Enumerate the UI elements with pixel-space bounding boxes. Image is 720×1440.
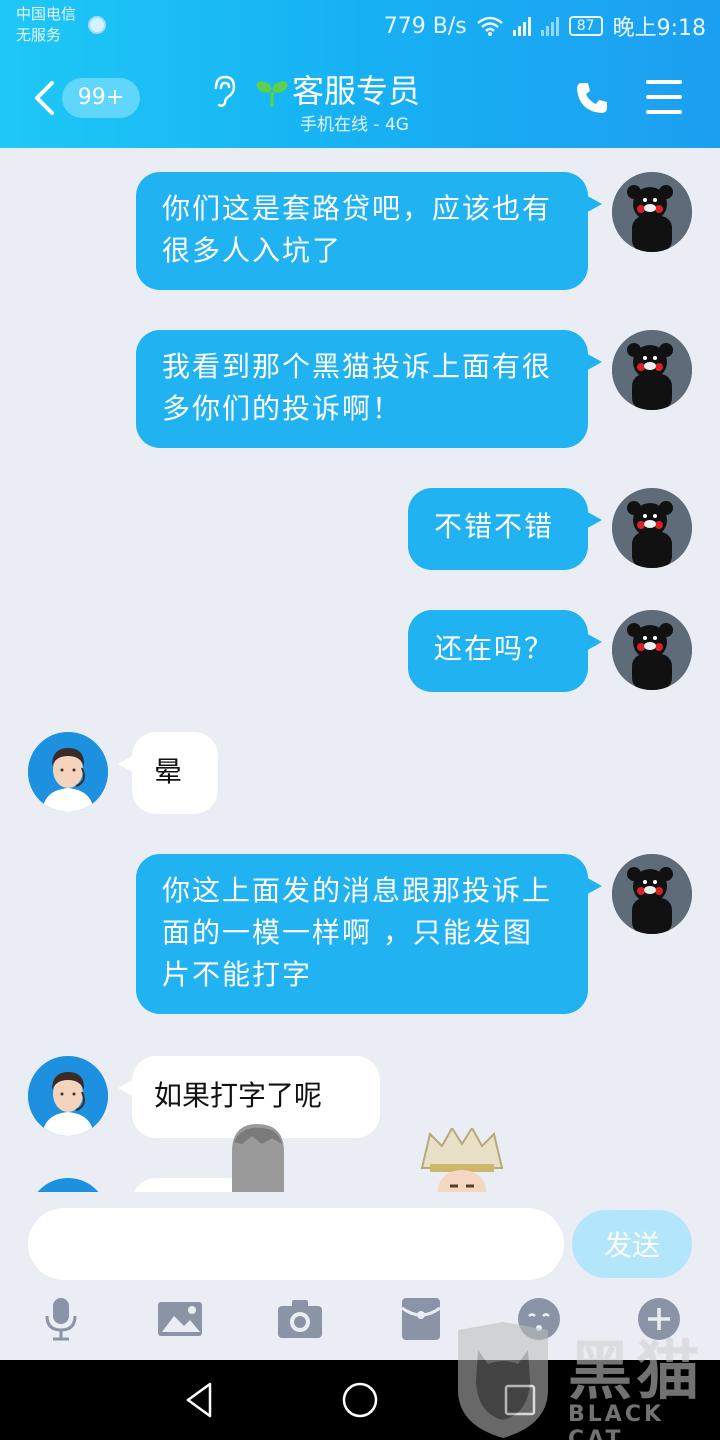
user-avatar[interactable] bbox=[612, 172, 692, 252]
phone-icon[interactable] bbox=[574, 80, 610, 116]
sprout-icon bbox=[256, 81, 288, 107]
status-right: 779 B/s 87 晚上9:18 bbox=[384, 10, 706, 42]
ear-icon bbox=[214, 75, 236, 107]
menu-icon[interactable] bbox=[646, 80, 682, 114]
message-bubble-in[interactable]: 晕 bbox=[118, 732, 218, 814]
sticker-monk-icon bbox=[420, 1128, 504, 1192]
bear-avatar-icon bbox=[612, 330, 692, 410]
header: 中国电信 无服务 779 B/s 87 晚上9:18 99+ 客服专员 手机在线… bbox=[0, 0, 720, 148]
battery-icon: 87 bbox=[568, 16, 603, 36]
bear-avatar-icon bbox=[612, 172, 692, 252]
agent-avatar[interactable] bbox=[28, 1178, 108, 1192]
agent-avatar-icon bbox=[28, 732, 108, 812]
message-bubble-out[interactable]: 我看到那个黑猫投诉上面有很多你们的投诉啊！ bbox=[136, 330, 602, 448]
net-speed: 779 B/s bbox=[383, 13, 467, 39]
input-bar: 发送 bbox=[0, 1192, 720, 1360]
user-avatar[interactable] bbox=[612, 488, 692, 568]
mic-icon[interactable] bbox=[36, 1296, 86, 1342]
emoji-icon[interactable] bbox=[514, 1296, 564, 1342]
agent-avatar[interactable] bbox=[28, 1056, 108, 1136]
nav-home-icon[interactable] bbox=[338, 1378, 382, 1422]
status-left: 中国电信 无服务 bbox=[16, 4, 106, 46]
back-icon[interactable] bbox=[32, 80, 56, 116]
plus-icon[interactable] bbox=[634, 1296, 684, 1342]
service-label: 无服务 bbox=[16, 26, 62, 44]
image-icon[interactable] bbox=[156, 1296, 206, 1342]
clock: 晚上9:18 bbox=[612, 16, 706, 41]
sticker-ghost-icon bbox=[232, 1124, 284, 1192]
send-button[interactable]: 发送 bbox=[572, 1210, 692, 1278]
message-bubble-out[interactable]: 你们这是套路贷吧，应该也有很多人入坑了 bbox=[136, 172, 602, 290]
notification-icon bbox=[88, 16, 106, 34]
signal-4g-icon bbox=[512, 16, 531, 36]
agent-avatar-icon bbox=[28, 1056, 108, 1136]
user-avatar[interactable] bbox=[612, 610, 692, 690]
carrier-label: 中国电信 bbox=[16, 5, 77, 23]
chat-title: 客服专员 bbox=[292, 72, 421, 110]
message-bubble-out[interactable]: 你这上面发的消息跟那投诉上面的一模一样啊 ，只能发图片不能打字 bbox=[136, 854, 602, 1014]
agent-avatar[interactable] bbox=[28, 732, 108, 812]
unread-badge[interactable]: 99+ bbox=[62, 78, 140, 118]
system-nav-bar bbox=[0, 1360, 720, 1440]
chat-area: 你们这是套路贷吧，应该也有很多人入坑了 我看到那个黑猫投诉上面有很多你们的投诉啊… bbox=[0, 148, 720, 1192]
nav-recents-icon[interactable] bbox=[498, 1378, 542, 1422]
chat-subtitle: 手机在线 - 4G bbox=[300, 115, 409, 135]
wifi-icon bbox=[476, 16, 503, 36]
nav-back-icon[interactable] bbox=[178, 1378, 222, 1422]
bear-avatar-icon bbox=[612, 854, 692, 934]
camera-icon[interactable] bbox=[276, 1296, 326, 1342]
user-avatar[interactable] bbox=[612, 330, 692, 410]
user-avatar[interactable] bbox=[612, 854, 692, 934]
bear-avatar-icon bbox=[612, 610, 692, 690]
signal-icon bbox=[540, 16, 559, 36]
message-input[interactable] bbox=[28, 1208, 564, 1280]
bear-avatar-icon bbox=[612, 488, 692, 568]
message-bubble-out[interactable]: 还在吗？ bbox=[408, 610, 602, 692]
red-packet-icon[interactable] bbox=[396, 1296, 446, 1342]
message-bubble-out[interactable]: 不错不错 bbox=[408, 488, 602, 570]
